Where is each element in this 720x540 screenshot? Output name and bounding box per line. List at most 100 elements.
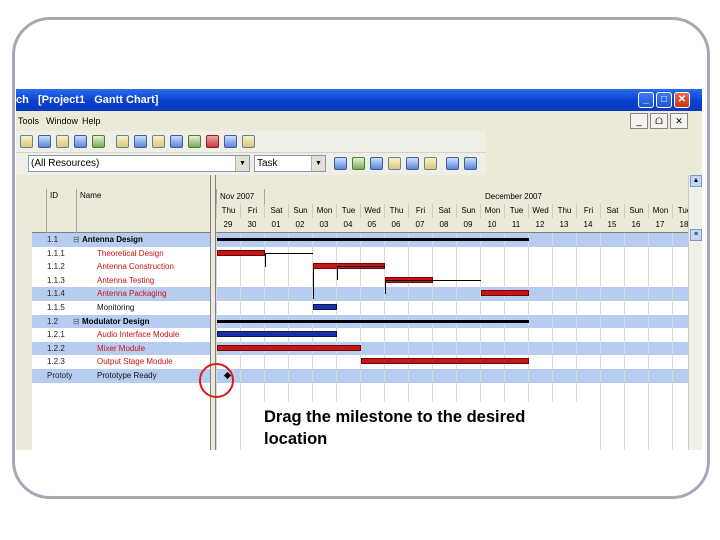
link-tasks-icon[interactable] (352, 157, 365, 170)
day-label: Thu (552, 204, 576, 218)
column-id[interactable]: ID (46, 189, 76, 233)
day-label: Sun (288, 204, 312, 218)
grid-line (216, 233, 217, 450)
menu-window[interactable]: Window (46, 111, 78, 131)
grid-line (648, 233, 649, 450)
open-folder-icon[interactable] (20, 135, 33, 148)
timescale-header: Nov 2007 December 2007 Thu 29 Fri 30 Sat 01 Su… (216, 175, 697, 233)
chevron-down-icon[interactable]: ▼ (311, 156, 325, 171)
doc-restore-button[interactable]: ᗝ (650, 113, 668, 129)
zoom-in-icon[interactable] (446, 157, 459, 170)
date-label: 08 (439, 220, 449, 229)
summary-bar-antenna-design[interactable] (217, 238, 529, 241)
resource-filter-select[interactable]: (All Resources) ▼ (28, 155, 250, 172)
table-header: ID Name (32, 175, 210, 233)
day-label: Thu (216, 204, 240, 218)
collapse-icon[interactable]: ⊟ (73, 315, 80, 329)
month-label: December 2007 (264, 189, 694, 204)
task-name[interactable]: Antenna Testing (97, 274, 154, 288)
vertical-scrollbar[interactable]: ▲ ≡ (688, 175, 702, 450)
date-label: 07 (415, 220, 425, 229)
task-name[interactable]: Audio Interface Module (97, 328, 179, 342)
task-id: 1.2.3 (47, 357, 65, 367)
month-label: Nov 2007 (216, 189, 264, 204)
task-info-icon[interactable] (334, 157, 347, 170)
date-label: 12 (535, 220, 545, 229)
task-bar-audio-interface-module[interactable] (217, 331, 337, 338)
task-bar-theoretical-design[interactable] (217, 249, 265, 256)
day-label: Mon (648, 204, 672, 218)
chevron-down-icon[interactable]: ▼ (235, 156, 249, 171)
preview-icon[interactable] (74, 135, 87, 148)
date-label: 15 (607, 220, 617, 229)
summary-bar-modulator-design[interactable] (217, 319, 529, 323)
grid-line (624, 233, 625, 450)
delete-icon[interactable] (206, 135, 219, 148)
task-name[interactable]: Modulator Design ⊟ (73, 315, 150, 329)
zoom-out-icon[interactable] (464, 157, 477, 170)
close-button[interactable]: ✕ (674, 92, 690, 108)
task-id: 1.2.2 (47, 343, 65, 353)
collapse-icon[interactable]: ⊟ (73, 233, 80, 247)
scroll-thumb[interactable]: ≡ (690, 229, 702, 241)
day-label: Mon (312, 204, 336, 218)
print-icon[interactable] (38, 135, 51, 148)
task-name[interactable]: Mixer Module (97, 342, 145, 356)
application-screenshot: ch [Project1 Gantt Chart] _ □ ✕ Tools Wi… (16, 89, 702, 450)
doc-close-button[interactable]: ✕ (670, 113, 688, 129)
task-id: Prototy (47, 371, 73, 380)
menu-tools[interactable]: Tools (18, 111, 39, 131)
spell-check-icon[interactable] (92, 135, 105, 148)
task-name[interactable]: Theoretical Design (97, 247, 164, 261)
task-name[interactable]: Antenna Construction (97, 260, 174, 274)
format-painter-icon[interactable] (170, 135, 183, 148)
task-id: 1.1.2 (47, 262, 65, 272)
task-id: 1.1.3 (47, 275, 65, 285)
doc-minimize-button[interactable]: _ (630, 113, 648, 129)
date-label: 16 (631, 220, 641, 229)
find-icon[interactable] (224, 135, 237, 148)
resource-filter-value: (All Resources) (31, 158, 100, 169)
column-name[interactable]: Name (76, 189, 210, 233)
task-name[interactable]: Antenna Packaging (97, 287, 166, 301)
task-name[interactable]: Monitoring (97, 301, 134, 315)
task-id: 1.1 (47, 235, 59, 244)
maximize-button[interactable]: □ (656, 92, 672, 108)
day-label: Sat (600, 204, 624, 218)
date-label: 29 (223, 220, 233, 229)
notes-icon[interactable] (424, 157, 437, 170)
paste-icon[interactable] (152, 135, 165, 148)
milestone-highlight-circle (199, 363, 234, 398)
copy-icon[interactable] (134, 135, 147, 148)
cut-icon[interactable] (116, 135, 129, 148)
task-id: 1.1.5 (47, 303, 65, 312)
dependency-link (265, 252, 313, 267)
window-title: ch [Project1 Gantt Chart] (16, 94, 159, 106)
search-icon[interactable] (56, 135, 69, 148)
view-select[interactable]: Task ▼ (254, 155, 326, 172)
task-name[interactable]: Prototype Ready (97, 369, 157, 383)
task-bar-output-stage-module[interactable] (361, 358, 529, 365)
date-label: 11 (511, 220, 521, 229)
instruction-callout: Drag the milestone to the desired locati… (258, 402, 594, 450)
unlink-tasks-icon[interactable] (370, 157, 383, 170)
filter-toolbar: (All Resources) ▼ Task ▼ (16, 153, 486, 175)
grid-icon[interactable] (242, 135, 255, 148)
insert-row-icon[interactable] (188, 135, 201, 148)
scroll-up-icon[interactable]: ▲ (690, 175, 702, 187)
menu-bar: Tools Window Help _ ᗝ ✕ (16, 111, 702, 131)
task-id: 1.2 (47, 316, 59, 326)
day-label: Sun (456, 204, 480, 218)
task-bar-mixer-module[interactable] (217, 344, 361, 351)
day-label: Wed (360, 204, 384, 218)
task-name[interactable]: Output Stage Module (97, 355, 173, 369)
menu-help[interactable]: Help (82, 111, 101, 131)
task-name[interactable]: Antenna Design ⊟ (73, 233, 143, 247)
split-task-icon[interactable] (388, 157, 401, 170)
task-bar-antenna-packaging[interactable] (481, 290, 529, 297)
minimize-button[interactable]: _ (638, 92, 654, 108)
grid-line (672, 233, 673, 450)
day-label: Sat (432, 204, 456, 218)
task-bar-monitoring[interactable] (313, 304, 337, 310)
assign-resource-icon[interactable] (406, 157, 419, 170)
